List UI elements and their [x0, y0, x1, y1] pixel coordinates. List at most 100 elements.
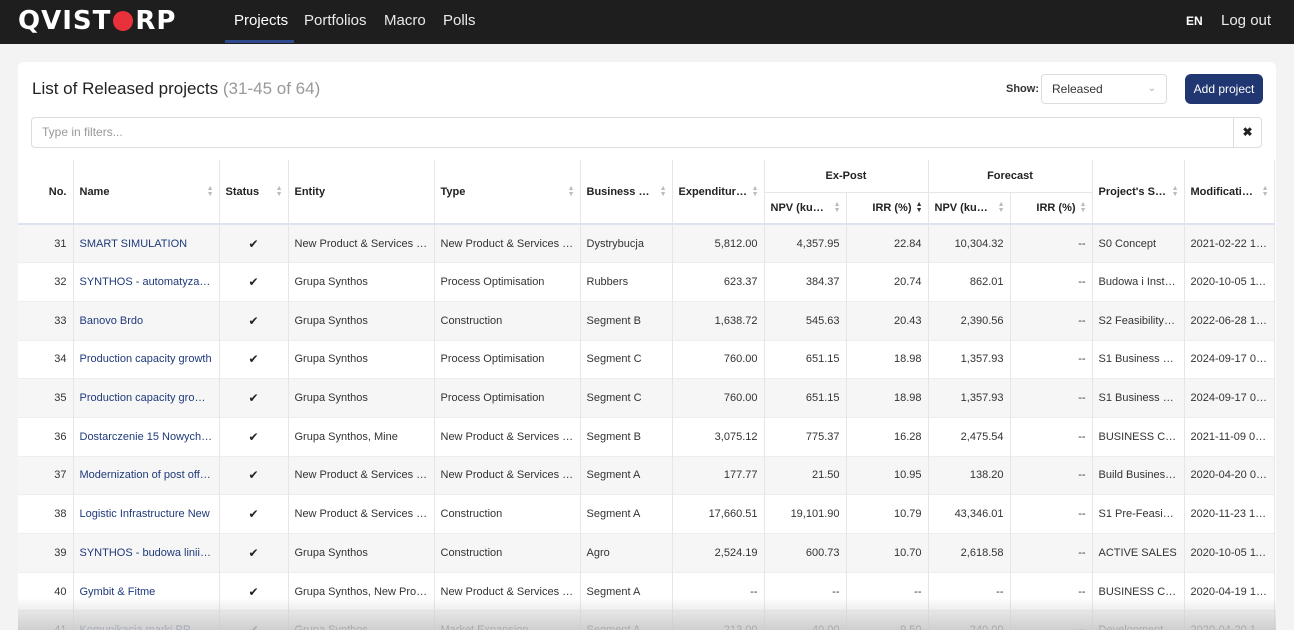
project-name-link[interactable]: SYNTHOS - automatyzacja procesu [73, 262, 220, 302]
add-project-button[interactable]: Add project [1185, 74, 1263, 104]
ex-post-irr-cell: 10.79 [846, 494, 929, 534]
project-name-link[interactable]: Production capacity growth [73, 339, 220, 379]
sort-icon: ▲ ▼ [751, 184, 759, 198]
forecast-irr-cell: -- [1010, 494, 1093, 534]
forecast-irr-cell: -- [1010, 262, 1093, 302]
logout-link[interactable]: Log out [1221, 0, 1271, 44]
clear-filter-icon[interactable]: ✖ [1233, 117, 1262, 148]
ex-post-npv-cell: 545.63 [764, 300, 847, 341]
col-header-project-stage[interactable]: Project's Stage▲▼ [1092, 160, 1185, 224]
col-header-no[interactable]: No. [18, 160, 74, 224]
sort-icon: ▲ ▼ [1079, 200, 1087, 214]
entity-cell: New Product & Services Development [288, 223, 435, 263]
table-row[interactable]: 34 Production capacity growth ✔ Grupa Synth… [18, 339, 1275, 379]
show-select-value: Released [1052, 82, 1103, 96]
col-header-modification[interactable]: Modification date▲▼ [1184, 160, 1275, 224]
project-name-link[interactable]: Production capacity growth II [73, 378, 220, 418]
col-header-type[interactable]: Type ▲ ▼ [434, 160, 581, 224]
col-header-forecast-npv[interactable]: NPV (kunds) ▲ ▼ [928, 191, 1011, 224]
col-header-expenditure[interactable]: Expenditure (kunds)▲▼ [672, 160, 765, 224]
table-row[interactable]: 32SYNTHOS - automatyzacja procesu✔Grupa … [18, 262, 1275, 302]
sort-icon: ▲ ▼ [833, 200, 841, 214]
entity-cell: Grupa Synthos [288, 533, 435, 573]
modification-date-cell: 2022-06-28 14:30 [1184, 300, 1275, 341]
segment-cell: Segment A [580, 455, 673, 495]
status-check-icon: ✔ [219, 416, 289, 457]
col-header-no-label: No. [48, 185, 67, 198]
ex-post-npv-cell: 19,101.90 [764, 494, 847, 534]
project-name-link[interactable]: Modernization of post office [73, 455, 220, 495]
page-title-text: List of Released projects [32, 79, 219, 98]
entity-cell: Grupa Synthos [288, 300, 435, 341]
status-check-icon: ✔ [219, 262, 289, 302]
chevron-down-icon: ⌄ [1147, 83, 1156, 94]
table-row[interactable]: 31 SMART SIMULATION ✔ New Product & Service… [18, 223, 1275, 263]
col-header-business-segment[interactable]: Business Segment▲▼ [580, 160, 673, 224]
project-stage-cell: Build Business Case [1092, 455, 1185, 495]
sort-icon: ▲ ▼ [1171, 184, 1179, 198]
logo-text-right: RP [135, 6, 177, 36]
col-header-irr-label: IRR (%) [1036, 201, 1076, 214]
forecast-npv-cell: 1,357.93 [928, 378, 1011, 418]
project-name-link[interactable]: SYNTHOS - budowa linii produkcyjnej [73, 533, 220, 573]
row-no: 38 [18, 494, 74, 534]
nav-active-indicator [225, 40, 294, 43]
col-header-ex-post-npv[interactable]: NPV (kunds) ▲ ▼ [764, 191, 847, 224]
table-row[interactable]: 39SYNTHOS - budowa linii produkcyjnej✔Gr… [18, 533, 1275, 573]
qvistorp-logo[interactable]: QVIST RP [18, 6, 176, 36]
col-header-name[interactable]: Name ▲ ▼ [73, 160, 220, 224]
nav-projects[interactable]: Projects [234, 0, 288, 44]
table-row[interactable]: 36Dostarczenie 15 Nowych Maszyn✔Grupa Sy… [18, 416, 1275, 457]
forecast-npv-cell: 862.01 [928, 262, 1011, 302]
entity-cell: Grupa Synthos [288, 339, 435, 379]
nav-macro[interactable]: Macro [384, 0, 426, 44]
project-stage-cell: ACTIVE SALES [1092, 533, 1185, 573]
forecast-irr-cell: -- [1010, 378, 1093, 418]
ex-post-irr-cell: 16.28 [846, 416, 929, 457]
col-header-forecast-irr[interactable]: IRR (%) ▲ ▼ [1010, 191, 1093, 224]
table-row[interactable]: 38 Logistic Infrastructure New ✔ New Produc… [18, 494, 1275, 534]
table-row[interactable]: 33 Banovo Brdo ✔ Grupa Synthos Construction S… [18, 300, 1275, 341]
row-no: 31 [18, 223, 74, 263]
sort-icon: ▲ ▼ [567, 184, 575, 198]
col-group-forecast: Forecast [928, 160, 1093, 192]
show-select[interactable]: Released ⌄ [1041, 74, 1167, 104]
project-name-link[interactable]: Logistic Infrastructure New [73, 494, 220, 534]
ex-post-npv-cell: 21.50 [764, 455, 847, 495]
col-header-entity[interactable]: Entity [288, 160, 435, 224]
scroll-fade [18, 598, 1276, 630]
entity-cell: New Product & Services Development [288, 455, 435, 495]
segment-cell: Rubbers [580, 262, 673, 302]
row-no: 34 [18, 339, 74, 379]
expenditure-cell: 760.00 [672, 339, 765, 379]
modification-date-cell: 2024-09-17 09:02 [1184, 378, 1275, 418]
nav-polls[interactable]: Polls [443, 0, 476, 44]
forecast-irr-cell: -- [1010, 339, 1093, 379]
col-header-expenditure-label: Expenditure (kunds) [678, 185, 748, 198]
status-check-icon: ✔ [219, 378, 289, 418]
ex-post-npv-cell: 384.37 [764, 262, 847, 302]
segment-cell: Segment B [580, 416, 673, 457]
project-name-link[interactable]: Banovo Brdo [73, 300, 220, 341]
table-row[interactable]: 37 Modernization of post office ✔ New Produ… [18, 455, 1275, 495]
projects-table-wrapper: No. Name ▲ ▼ Status ▲ ▼ Entity Type ▲ ▼ Busine… [18, 160, 1276, 630]
col-header-ex-post-irr[interactable]: IRR (%) ▲ ▼ [846, 191, 929, 224]
table-row[interactable]: 35 Production capacity growth II ✔ Grupa Sy… [18, 378, 1275, 418]
modification-date-cell: 2024-09-17 08:45 [1184, 339, 1275, 379]
status-check-icon: ✔ [219, 339, 289, 379]
ex-post-irr-cell: 20.43 [846, 300, 929, 341]
segment-cell: Segment C [580, 378, 673, 418]
type-cell: New Product & Services Development [434, 455, 581, 495]
language-switch[interactable]: EN [1186, 0, 1203, 44]
col-header-status[interactable]: Status ▲ ▼ [219, 160, 289, 224]
sort-icon: ▲ ▼ [206, 184, 214, 198]
forecast-npv-cell: 10,304.32 [928, 223, 1011, 263]
ex-post-npv-cell: 651.15 [764, 339, 847, 379]
status-check-icon: ✔ [219, 455, 289, 495]
project-name-link[interactable]: SMART SIMULATION [73, 223, 220, 263]
project-name-link[interactable]: Dostarczenie 15 Nowych Maszyn [73, 416, 220, 457]
col-header-irr-label: IRR (%) [872, 201, 912, 214]
ex-post-npv-cell: 651.15 [764, 378, 847, 418]
nav-portfolios[interactable]: Portfolios [304, 0, 367, 44]
filter-input[interactable]: Type in filters... [31, 117, 1234, 148]
